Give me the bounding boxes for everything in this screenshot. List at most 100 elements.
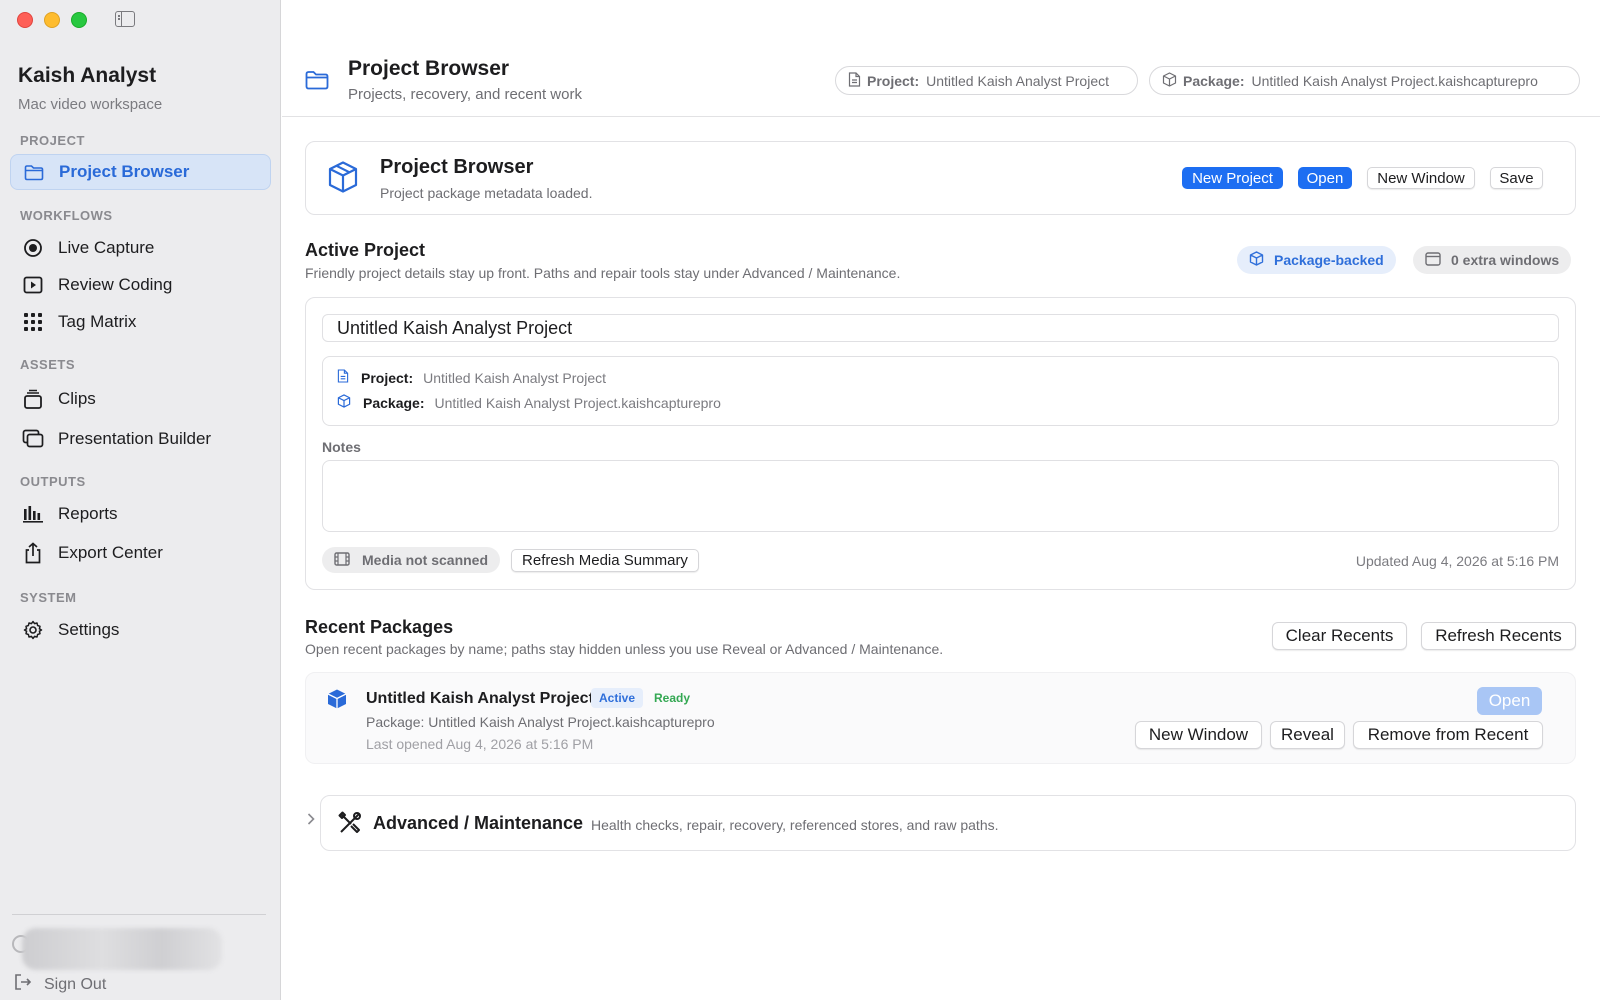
project-pill-value: Untitled Kaish Analyst Project [926, 72, 1109, 89]
package-icon [1162, 71, 1177, 90]
chevron-right-icon[interactable] [306, 812, 316, 831]
section-label-outputs: OUTPUTS [20, 474, 86, 489]
app-subtitle: Mac video workspace [18, 96, 163, 113]
media-status-label: Media not scanned [362, 552, 489, 568]
minimize-window-button[interactable] [44, 12, 60, 28]
meta-package-row: Package: Untitled Kaish Analyst Project.… [337, 394, 721, 411]
clear-recents-button[interactable]: Clear Recents [1272, 622, 1407, 650]
package-icon [337, 394, 351, 411]
recent-package-item: Untitled Kaish Analyst Project Active Re… [305, 672, 1576, 764]
document-icon [848, 71, 861, 90]
active-project-subtitle: Friendly project details stay up front. … [305, 265, 901, 281]
package-icon [326, 160, 360, 199]
sidebar-item-review-coding[interactable]: Review Coding [10, 267, 271, 303]
section-label-assets: ASSETS [20, 357, 76, 372]
sidebar-item-presentation-builder[interactable]: Presentation Builder [10, 421, 271, 457]
project-pill-label: Project: [867, 72, 920, 89]
notes-textarea[interactable] [322, 460, 1559, 532]
slides-icon [22, 428, 44, 450]
window-icon [1425, 251, 1441, 269]
updated-timestamp: Updated Aug 4, 2026 at 5:16 PM [1355, 553, 1559, 569]
sidebar-item-project-browser[interactable]: Project Browser [10, 154, 271, 190]
sidebar-toggle-icon[interactable] [115, 11, 135, 27]
advanced-subtitle: Health checks, repair, recovery, referen… [591, 817, 999, 833]
package-pill-label: Package: [1183, 72, 1245, 89]
extra-windows-label: 0 extra windows [1451, 252, 1560, 268]
sidebar-item-label: Live Capture [58, 238, 155, 257]
refresh-media-summary-button[interactable]: Refresh Media Summary [511, 549, 699, 572]
active-badge: Active [591, 688, 644, 708]
grid-icon [22, 311, 44, 333]
close-window-button[interactable] [17, 12, 33, 28]
sign-out-icon [14, 973, 32, 996]
folder-icon [305, 70, 329, 95]
package-backed-badge: Package-backed [1237, 246, 1396, 274]
play-icon [22, 274, 44, 296]
sidebar-item-export-center[interactable]: Export Center [10, 535, 271, 571]
main-content: Project Browser Projects, recovery, and … [282, 0, 1600, 1000]
sidebar-item-label: Settings [58, 620, 120, 639]
sidebar-item-clips[interactable]: Clips [10, 381, 271, 417]
page-title: Project Browser [348, 57, 510, 80]
recent-item-package: Package: Untitled Kaish Analyst Project.… [366, 714, 715, 730]
user-account-redacted[interactable] [22, 928, 222, 970]
meta-project-row: Project: Untitled Kaish Analyst Project [337, 369, 606, 386]
advanced-title: Advanced / Maintenance [373, 813, 584, 833]
active-project-card: Untitled Kaish Analyst Project Project: … [305, 297, 1576, 590]
project-pill: Project: Untitled Kaish Analyst Project [835, 66, 1138, 95]
film-icon [334, 551, 350, 569]
meta-project-value: Untitled Kaish Analyst Project [423, 369, 606, 386]
sidebar-item-label: Export Center [58, 543, 163, 562]
tools-icon [338, 811, 362, 840]
sidebar: Kaish Analyst Mac video workspace PROJEC… [0, 0, 281, 1000]
project-metadata-box: Project: Untitled Kaish Analyst Project … [322, 356, 1559, 426]
recent-packages-title: Recent Packages [305, 617, 454, 637]
recent-new-window-button[interactable]: New Window [1135, 721, 1262, 749]
notes-label: Notes [322, 439, 361, 455]
zoom-window-button[interactable] [71, 12, 87, 28]
ready-badge: Ready [654, 691, 691, 705]
sidebar-item-live-capture[interactable]: Live Capture [10, 230, 271, 266]
open-button[interactable]: Open [1298, 167, 1352, 189]
document-icon [337, 369, 349, 386]
meta-package-value: Untitled Kaish Analyst Project.kaishcapt… [434, 394, 721, 411]
recent-open-button[interactable]: Open [1477, 687, 1542, 715]
folder-icon [23, 161, 45, 183]
sidebar-item-reports[interactable]: Reports [10, 496, 271, 532]
refresh-recents-button[interactable]: Refresh Recents [1421, 622, 1576, 650]
recent-item-name: Untitled Kaish Analyst Project [366, 690, 594, 707]
sidebar-item-tag-matrix[interactable]: Tag Matrix [10, 304, 271, 340]
section-label-system: SYSTEM [20, 590, 77, 605]
project-browser-card: Project Browser Project package metadata… [305, 141, 1576, 215]
remove-from-recent-button[interactable]: Remove from Recent [1353, 721, 1543, 749]
sidebar-item-label: Clips [58, 389, 96, 408]
new-project-button[interactable]: New Project [1182, 167, 1283, 189]
project-name-field[interactable]: Untitled Kaish Analyst Project [322, 314, 1559, 342]
advanced-maintenance-disclosure[interactable]: Advanced / Maintenance Health checks, re… [320, 795, 1576, 851]
save-button[interactable]: Save [1490, 167, 1543, 189]
share-icon [22, 542, 44, 564]
record-icon [22, 237, 44, 259]
stack-icon [22, 388, 44, 410]
bar-chart-icon [22, 503, 44, 525]
sidebar-item-settings[interactable]: Settings [10, 612, 271, 648]
section-label-project: PROJECT [20, 133, 85, 148]
app-title: Kaish Analyst [18, 64, 157, 87]
package-pill-value: Untitled Kaish Analyst Project.kaishcapt… [1251, 72, 1538, 89]
meta-package-label: Package: [363, 394, 425, 411]
package-icon [326, 688, 348, 715]
section-label-workflows: WORKFLOWS [20, 208, 113, 223]
meta-project-label: Project: [361, 369, 414, 386]
sign-out-button[interactable]: Sign Out [14, 973, 106, 996]
active-project-title: Active Project [305, 240, 426, 260]
reveal-button[interactable]: Reveal [1270, 721, 1345, 749]
window-controls [17, 12, 87, 28]
card-status: Project package metadata loaded. [380, 185, 593, 201]
extra-windows-badge: 0 extra windows [1413, 246, 1572, 274]
card-title: Project Browser [380, 156, 534, 178]
sidebar-item-label: Reports [58, 504, 118, 523]
package-backed-label: Package-backed [1274, 252, 1384, 268]
new-window-button[interactable]: New Window [1367, 167, 1475, 189]
page-subtitle: Projects, recovery, and recent work [348, 86, 582, 103]
package-icon [1249, 251, 1264, 269]
